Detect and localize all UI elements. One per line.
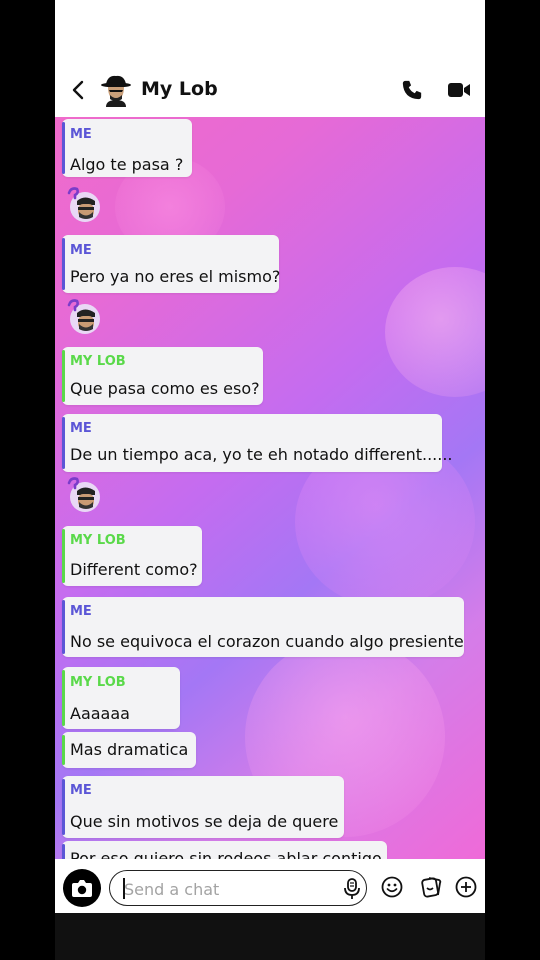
- message-text: No se equivoca el corazon cuando algo pr…: [70, 632, 464, 651]
- sender-bar: [62, 417, 65, 469]
- video-camera-icon[interactable]: [447, 81, 471, 99]
- message-text: Mas dramatica: [70, 740, 189, 759]
- chat-message[interactable]: MY LOB Aaaaaa: [62, 667, 180, 729]
- sender-bar: [62, 844, 65, 859]
- sender-bar: [62, 779, 65, 835]
- chat-input-field[interactable]: [109, 870, 367, 906]
- message-text: Que pasa como es eso?: [70, 379, 260, 398]
- message-text: Different como?: [70, 560, 198, 579]
- camera-icon: [72, 880, 92, 897]
- chat-message[interactable]: ME No se equivoca el corazon cuando algo…: [62, 597, 464, 657]
- sender-bar: [62, 735, 65, 765]
- message-text: Algo te pasa ?: [70, 155, 184, 174]
- message-text: Pero ya no eres el mismo?: [70, 267, 281, 286]
- chat-message[interactable]: ME Que sin motivos se deja de quere: [62, 776, 344, 838]
- phone-screen: My Lob ME Algo te pasa ? ME Pero ya no e…: [55, 0, 485, 960]
- sender-name: MY LOB: [70, 354, 126, 369]
- sender-name: ME: [70, 604, 92, 619]
- sender-name: ME: [70, 127, 92, 142]
- bottom-bar: [55, 913, 485, 960]
- message-text: De un tiempo aca, yo te eh notado differ…: [70, 445, 453, 464]
- sender-bar: [62, 600, 65, 654]
- chat-area[interactable]: ME Algo te pasa ? ME Pero ya no eres el …: [55, 117, 485, 859]
- sender-bar: [62, 670, 65, 726]
- sender-bar: [62, 122, 65, 174]
- sender-bar: [62, 238, 65, 290]
- contact-avatar[interactable]: [100, 73, 132, 107]
- microphone-icon[interactable]: [342, 878, 362, 900]
- plus-icon[interactable]: [455, 876, 477, 898]
- emoji-icon[interactable]: [381, 876, 403, 898]
- bitmoji-avatar: [67, 187, 100, 222]
- chat-message[interactable]: Mas dramatica: [62, 732, 196, 768]
- sticker-icon[interactable]: [420, 876, 442, 898]
- sender-bar: [62, 350, 65, 402]
- phone-icon[interactable]: [401, 79, 423, 101]
- chat-message[interactable]: ME Algo te pasa ?: [62, 119, 192, 177]
- chevron-left-icon[interactable]: [69, 80, 89, 100]
- sender-bar: [62, 529, 65, 583]
- chat-message[interactable]: MY LOB Different como?: [62, 526, 202, 586]
- message-text: Que sin motivos se deja de quere: [70, 812, 339, 831]
- sender-name: ME: [70, 421, 92, 436]
- chat-message[interactable]: MY LOB Que pasa como es eso?: [62, 347, 263, 405]
- chat-message[interactable]: ME Pero ya no eres el mismo?: [62, 235, 281, 293]
- chat-input-bar: [55, 859, 485, 913]
- chat-message[interactable]: Por eso quiero sin rodeos ablar contigo: [62, 841, 387, 859]
- bitmoji-avatar: [67, 299, 100, 334]
- sender-name: ME: [70, 783, 92, 798]
- chat-header: My Lob: [55, 0, 485, 117]
- contact-name[interactable]: My Lob: [141, 78, 218, 100]
- sender-name: MY LOB: [70, 675, 126, 690]
- text-cursor: [123, 878, 125, 899]
- chat-text-input[interactable]: [122, 877, 326, 901]
- bitmoji-avatar: [67, 477, 100, 512]
- background-heart: [385, 267, 485, 397]
- sender-name: MY LOB: [70, 533, 126, 548]
- camera-button[interactable]: [63, 869, 101, 907]
- message-text: Aaaaaa: [70, 704, 130, 723]
- sender-name: ME: [70, 243, 92, 258]
- chat-message[interactable]: ME De un tiempo aca, yo te eh notado dif…: [62, 414, 453, 472]
- message-text: Por eso quiero sin rodeos ablar contigo: [70, 849, 382, 859]
